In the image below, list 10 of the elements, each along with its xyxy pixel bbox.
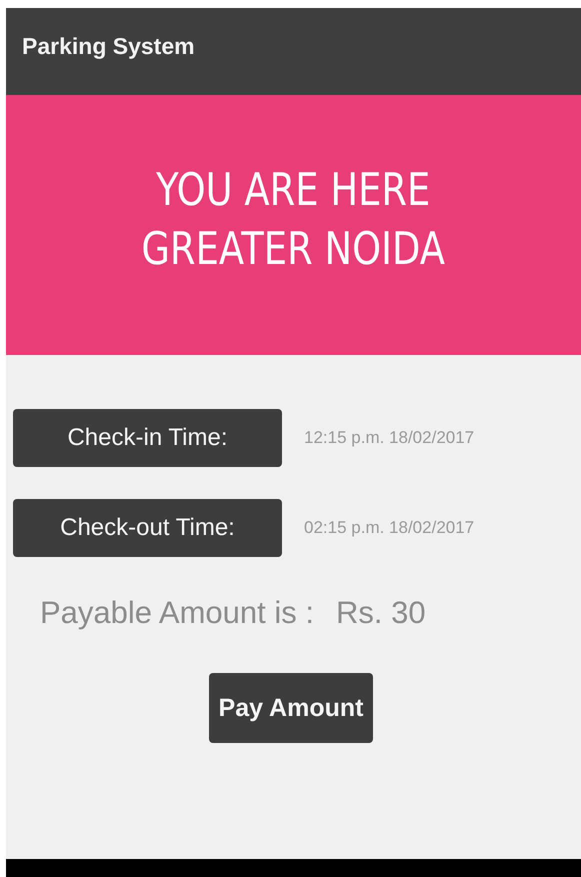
time-value: 12:15 p.m. 18/02/2017 [304,428,474,448]
banner-text: YOU ARE HERE [156,163,431,216]
banner-text: GREATER NOIDA [142,222,446,275]
payable-amount: Rs. 30 [336,595,426,631]
pay-button[interactable]: Pay Amount [208,673,374,743]
time-value: 02:15 p.m. 18/02/2017 [304,518,474,538]
time-label-button[interactable]: Check-out Time: [13,499,282,557]
time-label-button[interactable]: Check-in Time: [13,409,282,467]
payable-label: Payable Amount is : [40,595,314,631]
app-title: Parking System [22,33,195,60]
